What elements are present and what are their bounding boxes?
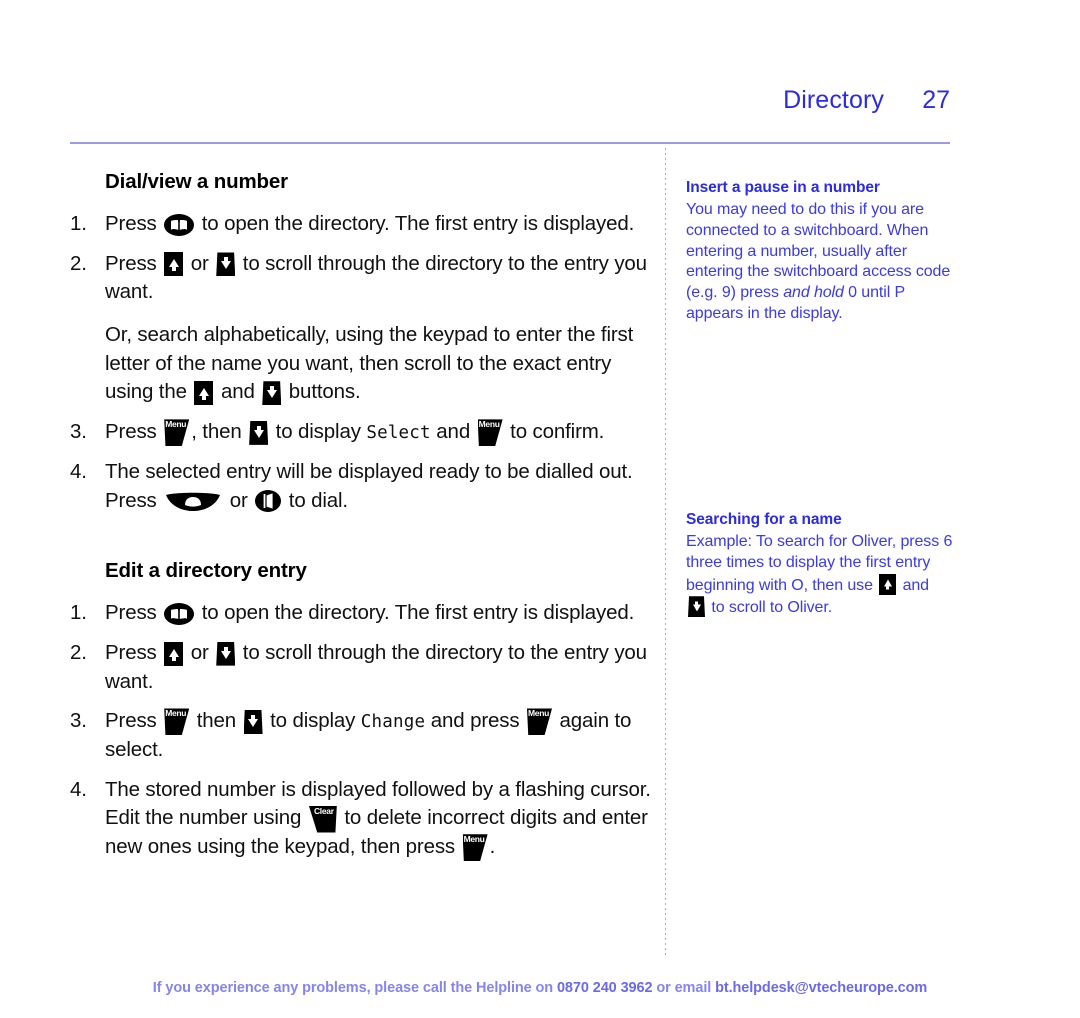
emphasis-text: and hold	[783, 284, 844, 302]
body-text: or	[185, 251, 215, 275]
clear-key-icon: Clear	[308, 805, 337, 833]
sidebar-note-body: You may need to do this if you are conne…	[686, 200, 954, 325]
instruction-step: 1. Press to open the directory. The first…	[70, 599, 655, 628]
body-text: to dial.	[283, 488, 348, 512]
sidebar-note-heading: Searching for a name	[686, 511, 842, 528]
section-heading: Edit a directory entry	[105, 559, 307, 583]
body-text: Press	[105, 420, 163, 444]
body-text: to open the directory. The first entry i…	[196, 212, 635, 235]
body-text: and	[215, 380, 261, 404]
menu-key-icon: Menu	[477, 419, 503, 447]
instruction-step: 4. The stored number is displayed followe…	[70, 776, 655, 862]
body-text: Press	[105, 601, 163, 625]
lcd-display-word: Change	[360, 712, 426, 733]
body-text: Press	[105, 709, 163, 733]
body-text: to display	[264, 709, 361, 733]
instruction-step: 3. Press Menu, then to display Select and…	[70, 418, 655, 447]
speakerphone-key-icon	[255, 490, 282, 513]
step-number: 2.	[70, 640, 87, 664]
body-text: to scroll to Oliver.	[707, 599, 833, 617]
scroll-down-key-icon	[243, 710, 263, 734]
scroll-down-key-icon	[249, 420, 269, 445]
footer-text-middle: or email	[652, 980, 716, 996]
step-number: 1.	[70, 212, 87, 235]
scroll-up-key-icon	[164, 252, 184, 277]
body-text: then	[191, 709, 242, 733]
body-text: or	[185, 640, 215, 664]
page-number: 27	[922, 86, 950, 114]
menu-key-icon: Menu	[462, 834, 488, 862]
body-text: buttons.	[283, 380, 361, 404]
body-text: and	[430, 420, 476, 444]
sidebar-note-body: Example: To search for Oliver, press 6 t…	[686, 532, 954, 619]
page-title: Directory	[783, 86, 884, 114]
menu-key-icon: Menu	[164, 708, 190, 736]
page-footer: If you experience any problems, please c…	[0, 980, 1080, 996]
body-text: Press	[105, 251, 163, 275]
instruction-substep: Or, search alphabetically, using the key…	[70, 321, 655, 407]
talk-handset-key-icon	[165, 490, 221, 512]
instruction-step-list: 1. Press to open the directory. The first…	[70, 210, 655, 515]
body-text: or	[224, 488, 254, 512]
step-number: 3.	[70, 709, 87, 733]
body-text: .	[489, 835, 496, 858]
menu-key-icon: Menu	[527, 708, 552, 736]
main-content-column: Dial/view a number 1. Press to open the di…	[70, 170, 655, 873]
step-number: 4.	[70, 459, 87, 483]
column-separator	[665, 148, 666, 958]
scroll-down-key-icon	[216, 641, 236, 666]
manual-page: Directory 27 Dial/view a number 1. Press t…	[0, 0, 1080, 1018]
instruction-step: 1. Press to open the directory. The first…	[70, 210, 655, 239]
lcd-display-word: Select	[366, 423, 431, 444]
body-text: Or, search alphabetically, using the key…	[105, 323, 634, 404]
instruction-step: 4. The selected entry will be displayed r…	[70, 458, 655, 515]
step-number: 2.	[70, 251, 87, 275]
step-number: 4.	[70, 777, 87, 801]
step-number: 3.	[70, 420, 87, 444]
body-text: to confirm.	[504, 420, 605, 444]
scroll-up-key-icon	[879, 573, 897, 595]
body-text: Press	[105, 640, 163, 664]
page-header: Directory 27	[70, 88, 950, 134]
directory-book-key-icon	[164, 602, 195, 625]
scroll-down-key-icon	[216, 252, 236, 277]
footer-helpline-phone: 0870 240 3962	[556, 980, 653, 996]
sidebar-notes-column: Insert a pause in a number You may need t…	[686, 178, 954, 618]
scroll-up-key-icon	[164, 641, 184, 666]
body-text: and	[898, 576, 930, 594]
menu-key-icon: Menu	[164, 419, 190, 447]
body-text: and press	[425, 709, 525, 733]
header-divider	[70, 142, 950, 144]
instruction-step-list: 1. Press to open the directory. The first…	[70, 599, 655, 862]
sidebar-note: Searching for a name Example: To search f…	[686, 510, 954, 619]
section-heading: Dial/view a number	[105, 170, 289, 193]
scroll-up-key-icon	[194, 381, 214, 406]
body-text: to display	[270, 420, 367, 444]
sidebar-note: Insert a pause in a number You may need t…	[686, 178, 954, 325]
footer-helpline-email: bt.helpdesk@vtecheurope.com	[715, 980, 928, 996]
footer-text-before: If you experience any problems, please c…	[152, 980, 557, 996]
body-text: , then	[191, 420, 248, 444]
instruction-step: 2. Press or to scroll through the directo…	[70, 250, 655, 307]
body-text: Press	[105, 212, 163, 235]
scroll-down-key-icon	[688, 596, 705, 618]
step-number: 1.	[70, 601, 87, 625]
scroll-down-key-icon	[262, 381, 282, 406]
directory-book-key-icon	[164, 213, 195, 236]
sidebar-note-heading: Insert a pause in a number	[686, 179, 880, 196]
instruction-step: 3. Press Menu then to display Change and …	[70, 707, 655, 764]
body-text: to open the directory. The first entry i…	[196, 601, 635, 625]
instruction-step: 2. Press or to scroll through the directo…	[70, 639, 655, 696]
